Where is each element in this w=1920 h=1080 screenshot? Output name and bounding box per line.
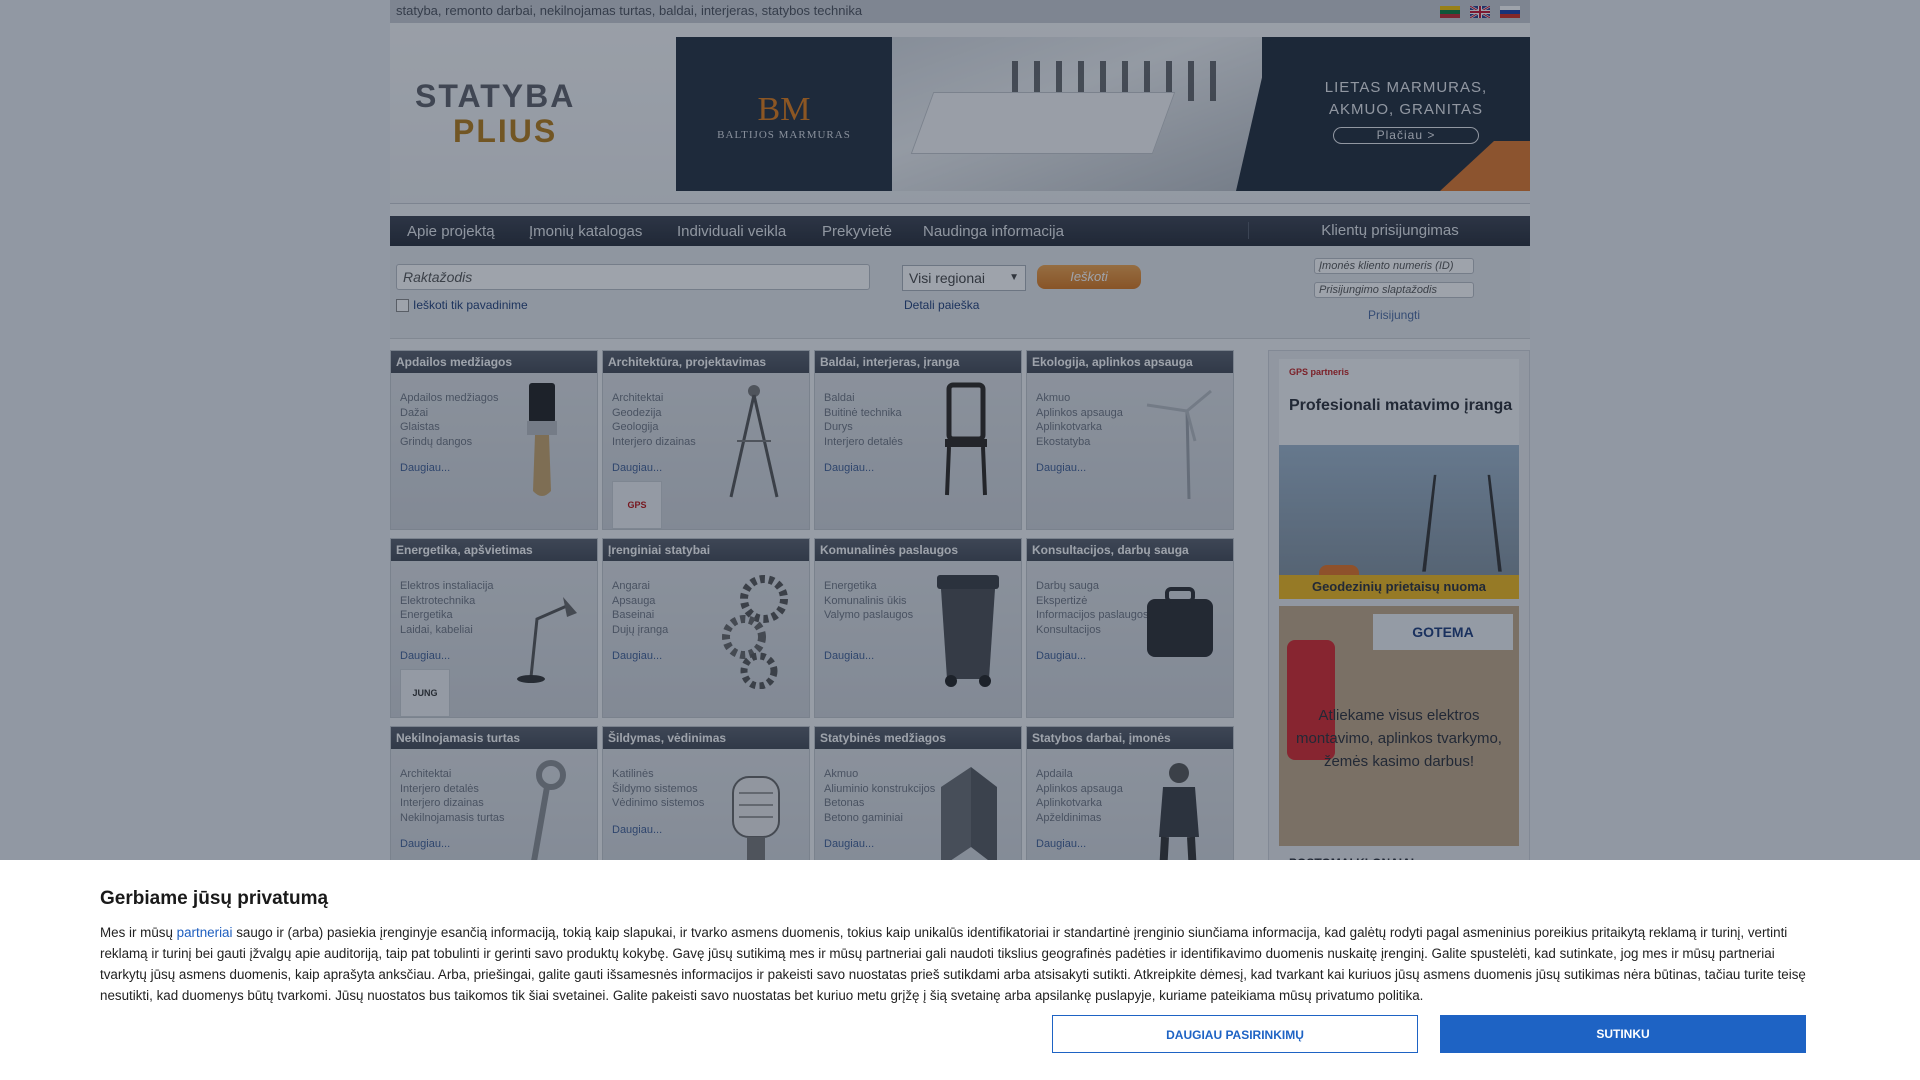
partners-link[interactable]: partneriai [177,925,233,940]
accept-button[interactable]: SUTINKU [1440,1015,1806,1053]
more-options-button[interactable]: DAUGIAU PASIRINKIMŲ [1052,1015,1418,1053]
consent-title: Gerbiame jūsų privatumą [100,888,329,909]
consent-dialog: Gerbiame jūsų privatumą Mes ir mūsų part… [0,860,1920,1080]
consent-text: Mes ir mūsų partneriai saugo ir (arba) p… [100,925,1806,1003]
